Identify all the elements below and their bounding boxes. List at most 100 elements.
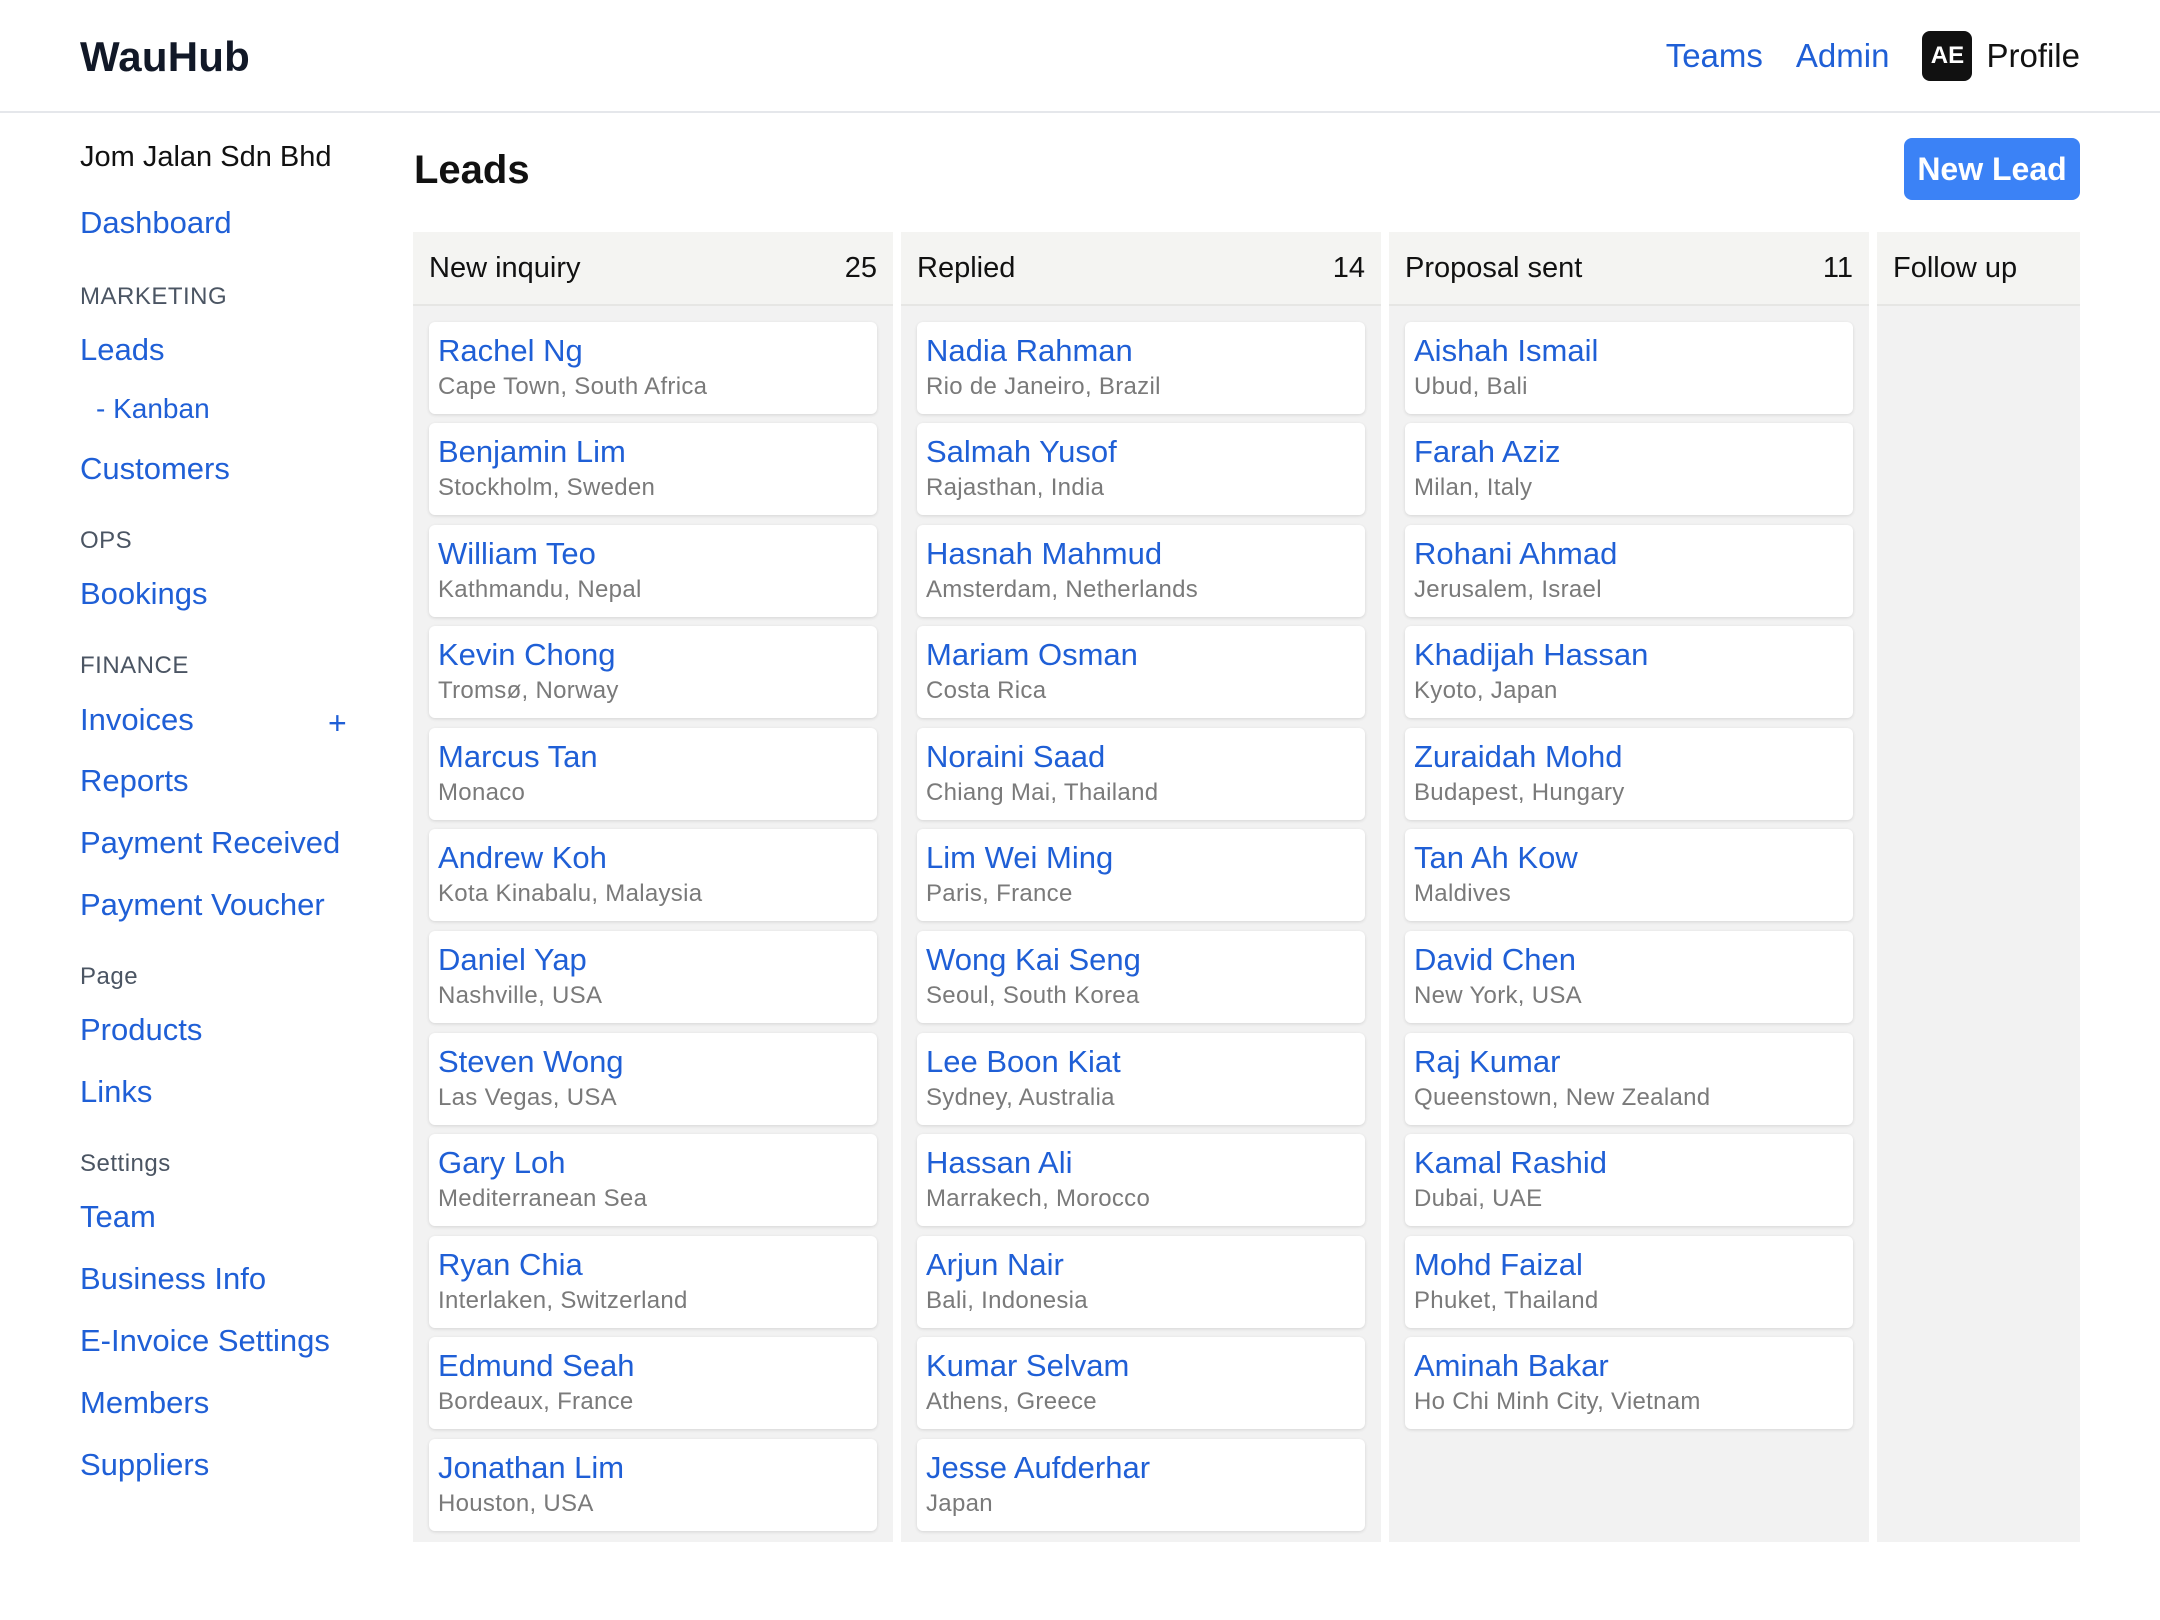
lead-card[interactable]: Aishah Ismail Ubud, Bali: [1405, 322, 1853, 414]
sidebar-item-products[interactable]: Products: [80, 1012, 202, 1048]
sidebar-item-team[interactable]: Team: [80, 1199, 156, 1235]
lead-card[interactable]: Gary Loh Mediterranean Sea: [429, 1134, 877, 1226]
sidebar-item-payment-voucher[interactable]: Payment Voucher: [80, 887, 325, 923]
lead-name-link[interactable]: Mariam Osman: [926, 636, 1356, 674]
lead-name-link[interactable]: Hassan Ali: [926, 1144, 1356, 1182]
lead-card[interactable]: Salmah Yusof Rajasthan, India: [917, 423, 1365, 515]
lead-card[interactable]: Nadia Rahman Rio de Janeiro, Brazil: [917, 322, 1365, 414]
sidebar-item-leads[interactable]: Leads: [80, 332, 164, 368]
lead-name-link[interactable]: Lim Wei Ming: [926, 839, 1356, 877]
lead-location: New York, USA: [1414, 982, 1582, 1009]
sidebar-item-kanban[interactable]: - Kanban: [96, 393, 210, 425]
lead-card[interactable]: Jesse Aufderhar Japan: [917, 1439, 1365, 1531]
lead-card[interactable]: Farah Aziz Milan, Italy: [1405, 423, 1853, 515]
lead-location: Amsterdam, Netherlands: [926, 576, 1199, 603]
lead-name-link[interactable]: Rachel Ng: [438, 332, 868, 370]
sidebar-item-business-info[interactable]: Business Info: [80, 1261, 266, 1297]
lead-name-link[interactable]: Benjamin Lim: [438, 433, 868, 471]
lead-name-link[interactable]: Jesse Aufderhar: [926, 1449, 1356, 1487]
lead-card[interactable]: Zuraidah Mohd Budapest, Hungary: [1405, 728, 1853, 820]
lead-card[interactable]: Raj Kumar Queenstown, New Zealand: [1405, 1033, 1853, 1125]
nav-admin-link[interactable]: Admin: [1796, 37, 1890, 75]
brand-logo[interactable]: WauHub: [80, 33, 250, 81]
sidebar-item-bookings[interactable]: Bookings: [80, 576, 208, 612]
lead-name-link[interactable]: Salmah Yusof: [926, 433, 1356, 471]
lead-card[interactable]: Marcus Tan Monaco: [429, 728, 877, 820]
lead-card[interactable]: Steven Wong Las Vegas, USA: [429, 1033, 877, 1125]
lead-name-link[interactable]: Marcus Tan: [438, 738, 868, 776]
lead-card[interactable]: Jonathan Lim Houston, USA: [429, 1439, 877, 1531]
lead-card[interactable]: Edmund Seah Bordeaux, France: [429, 1337, 877, 1429]
lead-card[interactable]: Arjun Nair Bali, Indonesia: [917, 1236, 1365, 1328]
column-count: 14: [1332, 251, 1365, 284]
profile-menu[interactable]: AE Profile: [1922, 31, 2080, 81]
lead-card[interactable]: Wong Kai Seng Seoul, South Korea: [917, 931, 1365, 1023]
lead-name-link[interactable]: Steven Wong: [438, 1043, 868, 1081]
lead-card[interactable]: Hassan Ali Marrakech, Morocco: [917, 1134, 1365, 1226]
lead-name-link[interactable]: Gary Loh: [438, 1144, 868, 1182]
sidebar-item-payment-received[interactable]: Payment Received: [80, 825, 340, 861]
lead-card[interactable]: Daniel Yap Nashville, USA: [429, 931, 877, 1023]
lead-name-link[interactable]: Jonathan Lim: [438, 1449, 868, 1487]
lead-card[interactable]: Mariam Osman Costa Rica: [917, 626, 1365, 718]
top-nav: Teams Admin AE Profile: [1633, 30, 2080, 82]
lead-name-link[interactable]: Tan Ah Kow: [1414, 839, 1844, 877]
lead-card[interactable]: Rohani Ahmad Jerusalem, Israel: [1405, 525, 1853, 617]
lead-name-link[interactable]: Kamal Rashid: [1414, 1144, 1844, 1182]
lead-name-link[interactable]: Zuraidah Mohd: [1414, 738, 1844, 776]
lead-name-link[interactable]: Lee Boon Kiat: [926, 1043, 1356, 1081]
lead-card[interactable]: Kamal Rashid Dubai, UAE: [1405, 1134, 1853, 1226]
lead-name-link[interactable]: Nadia Rahman: [926, 332, 1356, 370]
sidebar-item-dashboard[interactable]: Dashboard: [80, 205, 232, 241]
lead-card[interactable]: Lee Boon Kiat Sydney, Australia: [917, 1033, 1365, 1125]
add-invoice-plus-icon[interactable]: +: [328, 707, 347, 739]
lead-card[interactable]: Andrew Koh Kota Kinabalu, Malaysia: [429, 829, 877, 921]
lead-card[interactable]: Hasnah Mahmud Amsterdam, Netherlands: [917, 525, 1365, 617]
lead-name-link[interactable]: Farah Aziz: [1414, 433, 1844, 471]
lead-name-link[interactable]: Rohani Ahmad: [1414, 535, 1844, 573]
lead-name-link[interactable]: Noraini Saad: [926, 738, 1356, 776]
lead-card[interactable]: Kumar Selvam Athens, Greece: [917, 1337, 1365, 1429]
lead-name-link[interactable]: Ryan Chia: [438, 1246, 868, 1284]
lead-name-link[interactable]: Kumar Selvam: [926, 1347, 1356, 1385]
lead-card[interactable]: Lim Wei Ming Paris, France: [917, 829, 1365, 921]
lead-name-link[interactable]: Raj Kumar: [1414, 1043, 1844, 1081]
lead-card[interactable]: Mohd Faizal Phuket, Thailand: [1405, 1236, 1853, 1328]
lead-card[interactable]: Rachel Ng Cape Town, South Africa: [429, 322, 877, 414]
sidebar-item-einvoice-settings[interactable]: E-Invoice Settings: [80, 1323, 330, 1359]
lead-name-link[interactable]: Edmund Seah: [438, 1347, 868, 1385]
lead-name-link[interactable]: Aminah Bakar: [1414, 1347, 1844, 1385]
lead-card[interactable]: William Teo Kathmandu, Nepal: [429, 525, 877, 617]
lead-name-link[interactable]: Kevin Chong: [438, 636, 868, 674]
lead-name-link[interactable]: David Chen: [1414, 941, 1844, 979]
new-lead-button[interactable]: New Lead: [1904, 138, 2080, 200]
lead-name-link[interactable]: William Teo: [438, 535, 868, 573]
lead-name-link[interactable]: Wong Kai Seng: [926, 941, 1356, 979]
lead-card[interactable]: Kevin Chong Tromsø, Norway: [429, 626, 877, 718]
lead-name-link[interactable]: Aishah Ismail: [1414, 332, 1844, 370]
lead-location: Ubud, Bali: [1414, 373, 1528, 400]
lead-card[interactable]: Ryan Chia Interlaken, Switzerland: [429, 1236, 877, 1328]
sidebar-item-invoices[interactable]: Invoices: [80, 702, 194, 738]
lead-name-link[interactable]: Daniel Yap: [438, 941, 868, 979]
lead-card[interactable]: Benjamin Lim Stockholm, Sweden: [429, 423, 877, 515]
sidebar-item-reports[interactable]: Reports: [80, 763, 189, 799]
lead-name-link[interactable]: Khadijah Hassan: [1414, 636, 1844, 674]
lead-card[interactable]: Khadijah Hassan Kyoto, Japan: [1405, 626, 1853, 718]
lead-card[interactable]: Noraini Saad Chiang Mai, Thailand: [917, 728, 1365, 820]
lead-name-link[interactable]: Hasnah Mahmud: [926, 535, 1356, 573]
sidebar-item-suppliers[interactable]: Suppliers: [80, 1447, 209, 1483]
column-count: 11: [1822, 251, 1853, 284]
lead-name-link[interactable]: Andrew Koh: [438, 839, 868, 877]
sidebar-item-members[interactable]: Members: [80, 1385, 209, 1421]
column-title: New inquiry: [429, 251, 581, 284]
lead-name-link[interactable]: Mohd Faizal: [1414, 1246, 1844, 1284]
lead-card[interactable]: David Chen New York, USA: [1405, 931, 1853, 1023]
lead-card[interactable]: Tan Ah Kow Maldives: [1405, 829, 1853, 921]
sidebar-item-links[interactable]: Links: [80, 1074, 152, 1110]
nav-teams-link[interactable]: Teams: [1666, 37, 1763, 75]
lead-name-link[interactable]: Arjun Nair: [926, 1246, 1356, 1284]
lead-card[interactable]: Aminah Bakar Ho Chi Minh City, Vietnam: [1405, 1337, 1853, 1429]
sidebar-item-customers[interactable]: Customers: [80, 451, 230, 487]
top-bar: WauHub Teams Admin AE Profile: [0, 0, 2160, 113]
